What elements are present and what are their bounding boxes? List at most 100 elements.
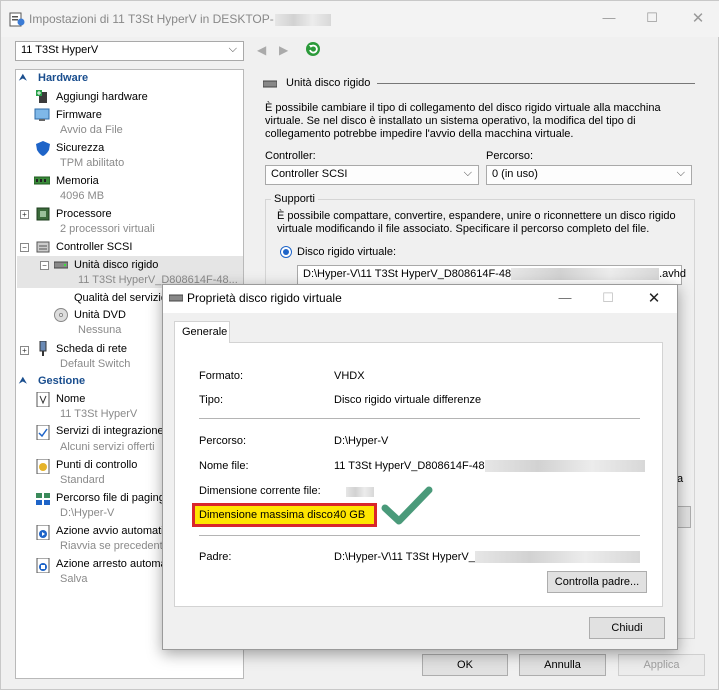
expand-icon[interactable]: + <box>20 210 29 219</box>
vhd-properties-dialog: Proprietà disco rigido virtuale — ☐ ✕ Fo… <box>162 284 678 650</box>
title-bar: Impostazioni di 11 T3St HyperV in DESKTO… <box>1 1 719 37</box>
window-title: Impostazioni di 11 T3St HyperV in DESKTO… <box>29 12 331 26</box>
detail-heading: Unità disco rigido <box>286 77 371 89</box>
current-size-label: Dimensione corrente file: <box>199 485 321 497</box>
auto-start-icon <box>36 524 50 541</box>
format-value: VHDX <box>334 370 365 382</box>
chevron-down-icon: ⌵ <box>463 167 472 179</box>
tree-item-qos[interactable]: Qualità del servizio <box>74 292 167 304</box>
processor-detail: 2 processori virtuali <box>60 223 155 235</box>
collapse-icon[interactable]: − <box>20 243 29 252</box>
divider <box>199 535 640 536</box>
format-label: Formato: <box>199 370 244 382</box>
processor-icon <box>36 207 50 221</box>
tree-item-auto-start[interactable]: Azione avvio automatico <box>56 525 175 537</box>
maximize-button[interactable]: ☐ <box>638 10 666 26</box>
filename-value: 11 T3St HyperV_D808614F-48 <box>334 460 645 473</box>
cancel-button[interactable]: Annulla <box>519 654 606 676</box>
vhd-radio-label: Disco rigido virtuale: <box>297 246 397 258</box>
tree-item-hard-disk[interactable]: Unità disco rigido <box>74 259 158 271</box>
dialog-close-button[interactable]: ✕ <box>640 289 668 307</box>
location-label: Percorso: <box>486 150 534 162</box>
firmware-detail: Avvio da File <box>60 124 123 136</box>
checkmark-icon <box>381 486 433 529</box>
checkpoints-detail: Standard <box>60 474 105 486</box>
checkpoint-icon <box>36 458 50 475</box>
max-size-value: 40 GB <box>334 509 366 521</box>
memory-detail: 4096 MB <box>60 190 105 202</box>
forward-arrow-icon[interactable]: ▶ <box>279 43 288 57</box>
firmware-icon <box>34 108 50 121</box>
hard-disk-icon <box>262 79 278 92</box>
tree-item-name[interactable]: Nome <box>56 393 85 405</box>
controller-select-value: Controller SCSI <box>271 168 348 180</box>
memory-icon <box>33 176 51 189</box>
vm-selector[interactable]: 11 T3St HyperV ⌵ <box>15 41 244 61</box>
dialog-minimize-button[interactable]: — <box>551 290 579 305</box>
tree-item-dvd[interactable]: Unità DVD <box>74 309 126 321</box>
location-select-value: 0 (in uso) <box>492 168 538 180</box>
scsi-controller-icon <box>36 240 50 253</box>
tree-item-security[interactable]: Sicurezza <box>56 142 104 154</box>
type-value: Disco rigido virtuale differenze <box>334 394 482 406</box>
partial-button[interactable] <box>677 506 691 528</box>
chevron-down-icon: ⌵ <box>676 167 685 179</box>
hard-disk-icon <box>168 292 184 307</box>
parent-label: Padre: <box>199 551 232 563</box>
auto-stop-detail: Salva <box>60 573 88 585</box>
tree-item-processor[interactable]: Processore <box>56 208 112 220</box>
tab-general[interactable]: Generale <box>174 321 230 343</box>
type-label: Tipo: <box>199 394 224 406</box>
vhd-path-start: D:\Hyper-V\11 T3St HyperV_D808614F-48 <box>303 268 512 280</box>
name-detail: 11 T3St HyperV <box>60 408 138 420</box>
tree-item-scsi-controller[interactable]: Controller SCSI <box>56 241 132 253</box>
ok-button[interactable]: OK <box>422 654 508 676</box>
tree-item-integration-services[interactable]: Servizi di integrazione <box>56 425 164 437</box>
tree-item-firmware[interactable]: Firmware <box>56 109 102 121</box>
check-parent-button[interactable]: Controlla padre... <box>547 571 647 593</box>
path-label: Percorso: <box>199 435 247 447</box>
vhd-path-end: .avhd <box>659 268 687 280</box>
collapse-icon: ⮝ <box>19 72 27 82</box>
dvd-detail: Nessuna <box>78 324 122 336</box>
path-value: D:\Hyper-V <box>334 435 389 447</box>
vhd-path-input[interactable]: D:\Hyper-V\11 T3St HyperV_D808614F-48 .av… <box>297 265 686 285</box>
auto-stop-icon <box>36 557 50 574</box>
controller-label: Controller: <box>265 150 316 162</box>
security-detail: TPM abilitato <box>60 157 125 169</box>
detail-description: È possibile cambiare il tipo di collegam… <box>265 102 661 140</box>
controller-select[interactable]: Controller SCSI ⌵ <box>265 165 479 185</box>
apply-button[interactable]: Applica <box>618 654 705 676</box>
vm-selector-value: 11 T3St HyperV <box>21 44 99 56</box>
dialog-title-bar: Proprietà disco rigido virtuale — ☐ ✕ <box>163 285 677 313</box>
dialog-title: Proprietà disco rigido virtuale <box>187 291 342 305</box>
back-arrow-icon[interactable]: ◀ <box>257 43 266 57</box>
name-icon <box>36 391 50 408</box>
current-size-value <box>346 486 374 498</box>
close-dialog-button[interactable]: Chiudi <box>589 617 665 639</box>
auto-start-detail: Riavvia se precedente... <box>60 540 179 552</box>
parent-value: D:\Hyper-V\11 T3St HyperV_ <box>334 551 640 564</box>
tree-item-memory[interactable]: Memoria <box>56 175 99 187</box>
dialog-maximize-button[interactable]: ☐ <box>594 290 622 306</box>
tree-item-network-adapter[interactable]: Scheda di rete <box>56 343 127 355</box>
collapse-icon: ⮝ <box>19 375 27 385</box>
expand-icon[interactable]: + <box>20 346 29 355</box>
hardware-section-header[interactable]: ⮝ Hardware <box>16 72 243 87</box>
collapse-icon[interactable]: − <box>40 261 49 270</box>
integration-services-detail: Alcuni servizi offerti <box>60 441 155 453</box>
vhd-radio[interactable] <box>280 246 292 258</box>
add-hardware-icon <box>36 90 50 103</box>
close-button[interactable]: ✕ <box>684 9 712 27</box>
tree-item-add-hardware[interactable]: Aggiungi hardware <box>56 91 148 103</box>
location-select[interactable]: 0 (in uso) ⌵ <box>486 165 692 185</box>
paging-file-detail: D:\Hyper-V <box>60 507 115 519</box>
refresh-icon[interactable] <box>305 41 321 57</box>
minimize-button[interactable]: — <box>595 10 623 25</box>
tree-item-checkpoints[interactable]: Punti di controllo <box>56 459 137 471</box>
heading-divider <box>377 83 695 84</box>
divider <box>199 418 640 419</box>
tree-item-paging-file[interactable]: Percorso file di paging <box>56 492 165 504</box>
network-adapter-icon <box>36 340 50 356</box>
dvd-icon <box>54 308 68 322</box>
